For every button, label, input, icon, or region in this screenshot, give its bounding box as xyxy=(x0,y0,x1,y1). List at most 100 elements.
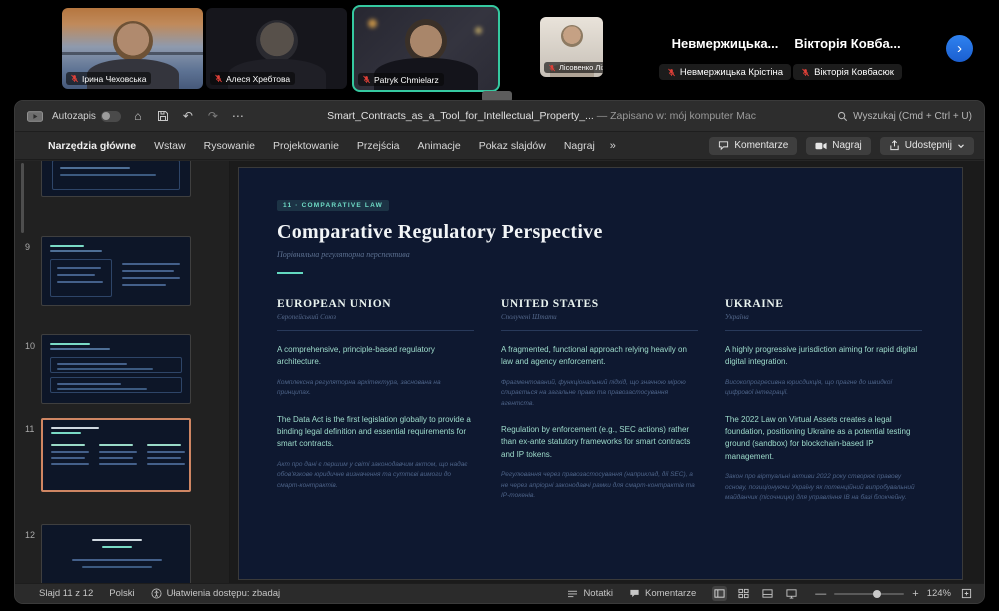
column-header: EUROPEAN UNION xyxy=(277,298,474,310)
slideshow-icon[interactable] xyxy=(27,108,43,124)
slide-11[interactable]: 11 · COMPARATIVE LAW Comparative Regulat… xyxy=(238,167,963,580)
slide-title[interactable]: Comparative Regulatory Perspective xyxy=(277,221,922,244)
share-button[interactable]: Udostępnij xyxy=(880,137,974,155)
share-icon xyxy=(889,140,900,151)
reading-view-button[interactable] xyxy=(760,586,775,601)
slide-subtitle[interactable]: Порівняльна регуляторна перспектива xyxy=(277,250,922,259)
more-commands-icon[interactable]: ⋯ xyxy=(230,108,246,124)
column-point-en: The 2022 Law on Virtual Assets creates a… xyxy=(725,414,922,464)
column-point-en: A highly progressive jurisdiction aiming… xyxy=(725,344,922,369)
accessibility-label: Ułatwienia dostępu: zbadaj xyxy=(167,588,281,599)
column-united-states[interactable]: UNITED STATES Сполучені Штати A fragment… xyxy=(501,298,698,518)
column-european-union[interactable]: EUROPEAN UNION Європейський Союз A compr… xyxy=(277,298,474,518)
column-subheader: Європейський Союз xyxy=(277,313,474,321)
participant-name-label: Алеся Хребтова xyxy=(210,72,295,85)
tab-rysowanie[interactable]: Rysowanie xyxy=(195,140,264,152)
undo-icon[interactable]: ↶ xyxy=(180,108,196,124)
active-speaker-tile[interactable]: Patryk Chmielarz xyxy=(352,5,500,92)
comments-toggle[interactable]: Komentarze xyxy=(629,588,696,599)
slide-section-tag[interactable]: 11 · COMPARATIVE LAW xyxy=(277,200,389,211)
column-divider xyxy=(501,330,698,331)
zoom-slider-knob[interactable] xyxy=(873,590,881,598)
muted-mic-icon xyxy=(548,64,556,72)
tab-animacje[interactable]: Animacje xyxy=(409,140,470,152)
participant-name-label: Patryk Chmielarz xyxy=(358,73,444,86)
column-ukraine[interactable]: UKRAINE Україна A highly progressive jur… xyxy=(725,298,922,518)
search-control[interactable]: Wyszukaj (Cmd + Ctrl + U) xyxy=(837,111,972,122)
fit-slide-to-window-button[interactable] xyxy=(959,586,974,601)
column-point-uk: Високопрогресивна юрисдикція, що прагне … xyxy=(725,378,922,399)
column-point-en: The Data Act is the first legislation gl… xyxy=(277,414,474,451)
record-button-label: Nagraj xyxy=(832,140,861,151)
participant-name-label: Ірина Чеховська xyxy=(66,72,151,85)
next-participants-button[interactable]: › xyxy=(946,35,973,62)
column-point-uk: Регулювання через правозастосування (нап… xyxy=(501,470,698,501)
language-indicator[interactable]: Polski xyxy=(109,588,134,599)
slide-thumbnail-10[interactable] xyxy=(41,334,191,404)
zoom-slider[interactable] xyxy=(834,593,904,595)
slide-number: 9 xyxy=(25,242,30,252)
slide-counter[interactable]: Slajd 11 z 12 xyxy=(39,588,93,599)
participant-name-label: Вікторія Ковбасюк xyxy=(793,64,902,80)
comments-button-label: Komentarze xyxy=(734,140,788,151)
column-point-uk: Акт про дані є першим у світі законодавч… xyxy=(277,460,474,491)
autosave-toggle[interactable] xyxy=(101,111,121,122)
participant-tile[interactable]: Лісовенко Ліза xyxy=(540,17,603,77)
accessibility-check[interactable]: Ułatwienia dostępu: zbadaj xyxy=(151,588,281,599)
comments-button[interactable]: Komentarze xyxy=(709,137,797,155)
comment-icon xyxy=(718,140,729,151)
document-title-text: Smart_Contracts_as_a_Tool_for_Intellectu… xyxy=(327,110,594,122)
statusbar: Slajd 11 z 12 Polski Ułatwienia dostępu:… xyxy=(15,583,984,603)
tab-nagraj[interactable]: Nagraj xyxy=(555,140,604,152)
document-title[interactable]: Smart_Contracts_as_a_Tool_for_Intellectu… xyxy=(255,110,828,122)
notes-label: Notatki xyxy=(583,588,613,599)
chevron-down-icon xyxy=(957,142,965,150)
muted-mic-icon xyxy=(801,68,810,77)
comment-icon xyxy=(629,588,640,599)
slide-thumbnail-8-partial[interactable] xyxy=(41,161,191,197)
comments-label: Komentarze xyxy=(645,588,696,599)
home-icon[interactable]: ⌂ xyxy=(130,108,146,124)
slideshow-view-button[interactable] xyxy=(784,586,799,601)
document-saved-status: — Zapisano w: mój komputer Mac xyxy=(597,110,756,122)
zoom-out-button[interactable]: — xyxy=(815,588,826,600)
notes-icon xyxy=(567,589,578,598)
record-button[interactable]: Nagraj xyxy=(806,137,870,155)
normal-view-button[interactable] xyxy=(712,586,727,601)
participant-tile[interactable]: Алеся Хребтова xyxy=(206,8,347,89)
redo-icon[interactable]: ↷ xyxy=(205,108,221,124)
column-header: UKRAINE xyxy=(725,298,922,310)
tab-wstaw[interactable]: Wstaw xyxy=(145,140,195,152)
zoom-level[interactable]: 124% xyxy=(927,588,951,599)
tab-pokaz-slajdow[interactable]: Pokaz slajdów xyxy=(470,140,555,152)
slide-sorter-view-button[interactable] xyxy=(736,586,751,601)
notes-toggle[interactable]: Notatki xyxy=(567,588,613,599)
meeting-video-strip: Ірина Чеховська Алеся Хребтова Patryk Ch… xyxy=(0,0,999,96)
tab-projektowanie[interactable]: Projektowanie xyxy=(264,140,348,152)
slide-thumbnail-9[interactable] xyxy=(41,236,191,306)
participant-name-label: Лісовенко Ліза xyxy=(544,62,603,73)
zoom-controls: — + 124% xyxy=(815,586,974,601)
column-point-en: A comprehensive, principle-based regulat… xyxy=(277,344,474,369)
participant-tile-audio-only[interactable]: Вікторія Ковба... Вікторія Ковбасюк xyxy=(775,36,920,82)
participant-name-label: Невмержицька Крістіна xyxy=(659,64,791,80)
thumbnail-scrollbar[interactable] xyxy=(21,163,24,233)
participant-name: Алеся Хребтова xyxy=(226,74,290,84)
save-icon[interactable] xyxy=(155,108,171,124)
slide-thumbnail-12[interactable] xyxy=(41,524,191,583)
search-icon xyxy=(837,111,848,122)
view-switcher xyxy=(712,586,799,601)
slide-thumbnail-11-selected[interactable] xyxy=(41,418,191,492)
autosave-control[interactable]: Autozapis xyxy=(52,111,121,122)
tab-przejscia[interactable]: Przejścia xyxy=(348,140,409,152)
participant-tile[interactable]: Ірина Чеховська xyxy=(62,8,203,89)
ribbon-overflow-chevron[interactable]: » xyxy=(604,140,622,152)
muted-mic-icon xyxy=(667,68,676,77)
tab-narzedzia-glowne[interactable]: Narzędzia główne xyxy=(39,140,145,152)
zoom-in-button[interactable]: + xyxy=(912,588,918,600)
column-point-uk: Закон про віртуальні активи 2022 року ст… xyxy=(725,472,922,503)
workspace: 9 10 xyxy=(15,161,984,583)
muted-mic-icon xyxy=(70,74,79,83)
slide-number: 10 xyxy=(25,341,35,351)
comparison-columns: EUROPEAN UNION Європейський Союз A compr… xyxy=(277,298,922,518)
